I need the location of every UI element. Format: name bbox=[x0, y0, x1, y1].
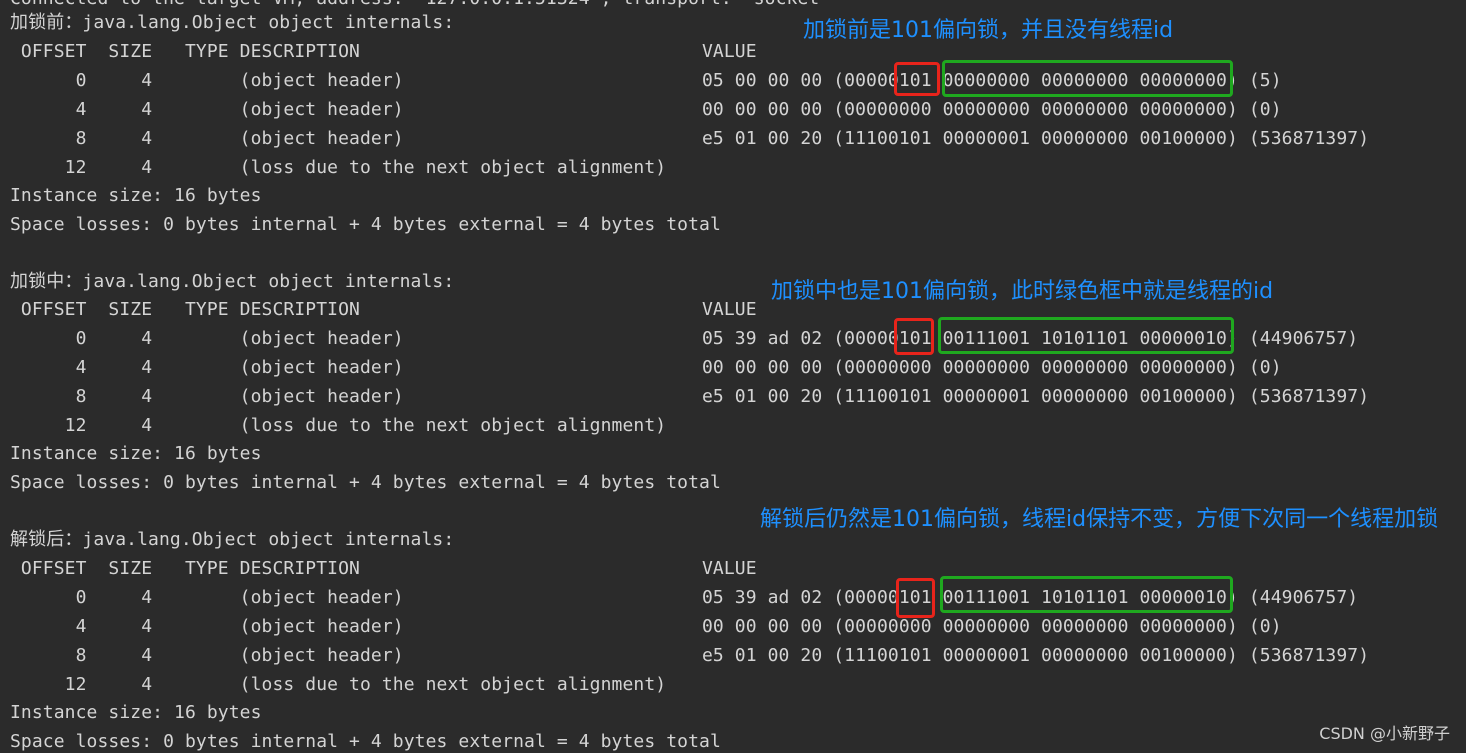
lock-bits-red-box bbox=[896, 578, 935, 618]
row-left: 8 4 (object header) bbox=[10, 128, 404, 149]
lock-bits-red-box bbox=[894, 62, 940, 96]
csdn-watermark: CSDN @小新野子 bbox=[1319, 724, 1450, 743]
row-left: 8 4 (object header) bbox=[10, 386, 404, 407]
block-title: 加锁前：java.lang.Object object internals: bbox=[10, 12, 454, 34]
row-left: 0 4 (object header) bbox=[10, 587, 404, 608]
space-losses: Space losses: 0 bytes internal + 4 bytes… bbox=[10, 472, 721, 493]
block-title-rest: ：java.lang.Object object internals: bbox=[64, 529, 455, 550]
instance-size: Instance size: 16 bytes bbox=[10, 185, 262, 206]
row-left: 0 4 (object header) bbox=[10, 328, 404, 349]
row-left: 12 4 (loss due to the next object alignm… bbox=[10, 157, 667, 178]
block-title-rest: ：java.lang.Object object internals: bbox=[64, 271, 455, 292]
block-title-rest: ：java.lang.Object object internals: bbox=[64, 12, 455, 33]
row-value: 00 00 00 00 (00000000 00000000 00000000 … bbox=[702, 357, 1282, 378]
row-left: 4 4 (object header) bbox=[10, 99, 404, 120]
annotation-before-lock: 加锁前是101偏向锁，并且没有线程id bbox=[803, 18, 1174, 43]
space-losses: Space losses: 0 bytes internal + 4 bytes… bbox=[10, 731, 721, 752]
console-top-line: Connected to the target VM, address: '12… bbox=[10, 0, 830, 10]
row-left: 4 4 (object header) bbox=[10, 616, 404, 637]
annotation-after-unlock: 解锁后仍然是101偏向锁，线程id保持不变，方便下次同一个线程加锁 bbox=[760, 507, 1439, 532]
annotation-during-lock: 加锁中也是101偏向锁，此时绿色框中就是线程的id bbox=[771, 279, 1274, 304]
row-left: 12 4 (loss due to the next object alignm… bbox=[10, 415, 667, 436]
block-title: 加锁中：java.lang.Object object internals: bbox=[10, 271, 454, 293]
thread-id-green-box bbox=[942, 60, 1233, 97]
lock-bits-red-box bbox=[894, 318, 934, 355]
row-value: 00 00 00 00 (00000000 00000000 00000000 … bbox=[702, 616, 1282, 637]
block-title-cn: 解锁后 bbox=[10, 529, 65, 550]
row-left: 0 4 (object header) bbox=[10, 70, 404, 91]
instance-size: Instance size: 16 bytes bbox=[10, 702, 262, 723]
row-value: e5 01 00 20 (11100101 00000001 00000000 … bbox=[702, 645, 1370, 666]
block-title-cn: 加锁中 bbox=[10, 271, 65, 292]
block-title: 解锁后：java.lang.Object object internals: bbox=[10, 529, 454, 551]
thread-id-green-box bbox=[938, 317, 1234, 354]
space-losses: Space losses: 0 bytes internal + 4 bytes… bbox=[10, 214, 721, 235]
column-header: OFFSET SIZE TYPE DESCRIPTION bbox=[10, 41, 360, 62]
column-header-value: VALUE bbox=[702, 299, 757, 320]
row-value: e5 01 00 20 (11100101 00000001 00000000 … bbox=[702, 386, 1370, 407]
row-value: e5 01 00 20 (11100101 00000001 00000000 … bbox=[702, 128, 1370, 149]
column-header-value: VALUE bbox=[702, 41, 757, 62]
instance-size: Instance size: 16 bytes bbox=[10, 443, 262, 464]
column-header: OFFSET SIZE TYPE DESCRIPTION bbox=[10, 558, 360, 579]
column-header: OFFSET SIZE TYPE DESCRIPTION bbox=[10, 299, 360, 320]
block-title-cn: 加锁前 bbox=[10, 12, 65, 33]
column-header-value: VALUE bbox=[702, 558, 757, 579]
row-left: 4 4 (object header) bbox=[10, 357, 404, 378]
thread-id-green-box bbox=[940, 576, 1233, 613]
row-left: 12 4 (loss due to the next object alignm… bbox=[10, 674, 667, 695]
row-value: 00 00 00 00 (00000000 00000000 00000000 … bbox=[702, 99, 1282, 120]
row-left: 8 4 (object header) bbox=[10, 645, 404, 666]
